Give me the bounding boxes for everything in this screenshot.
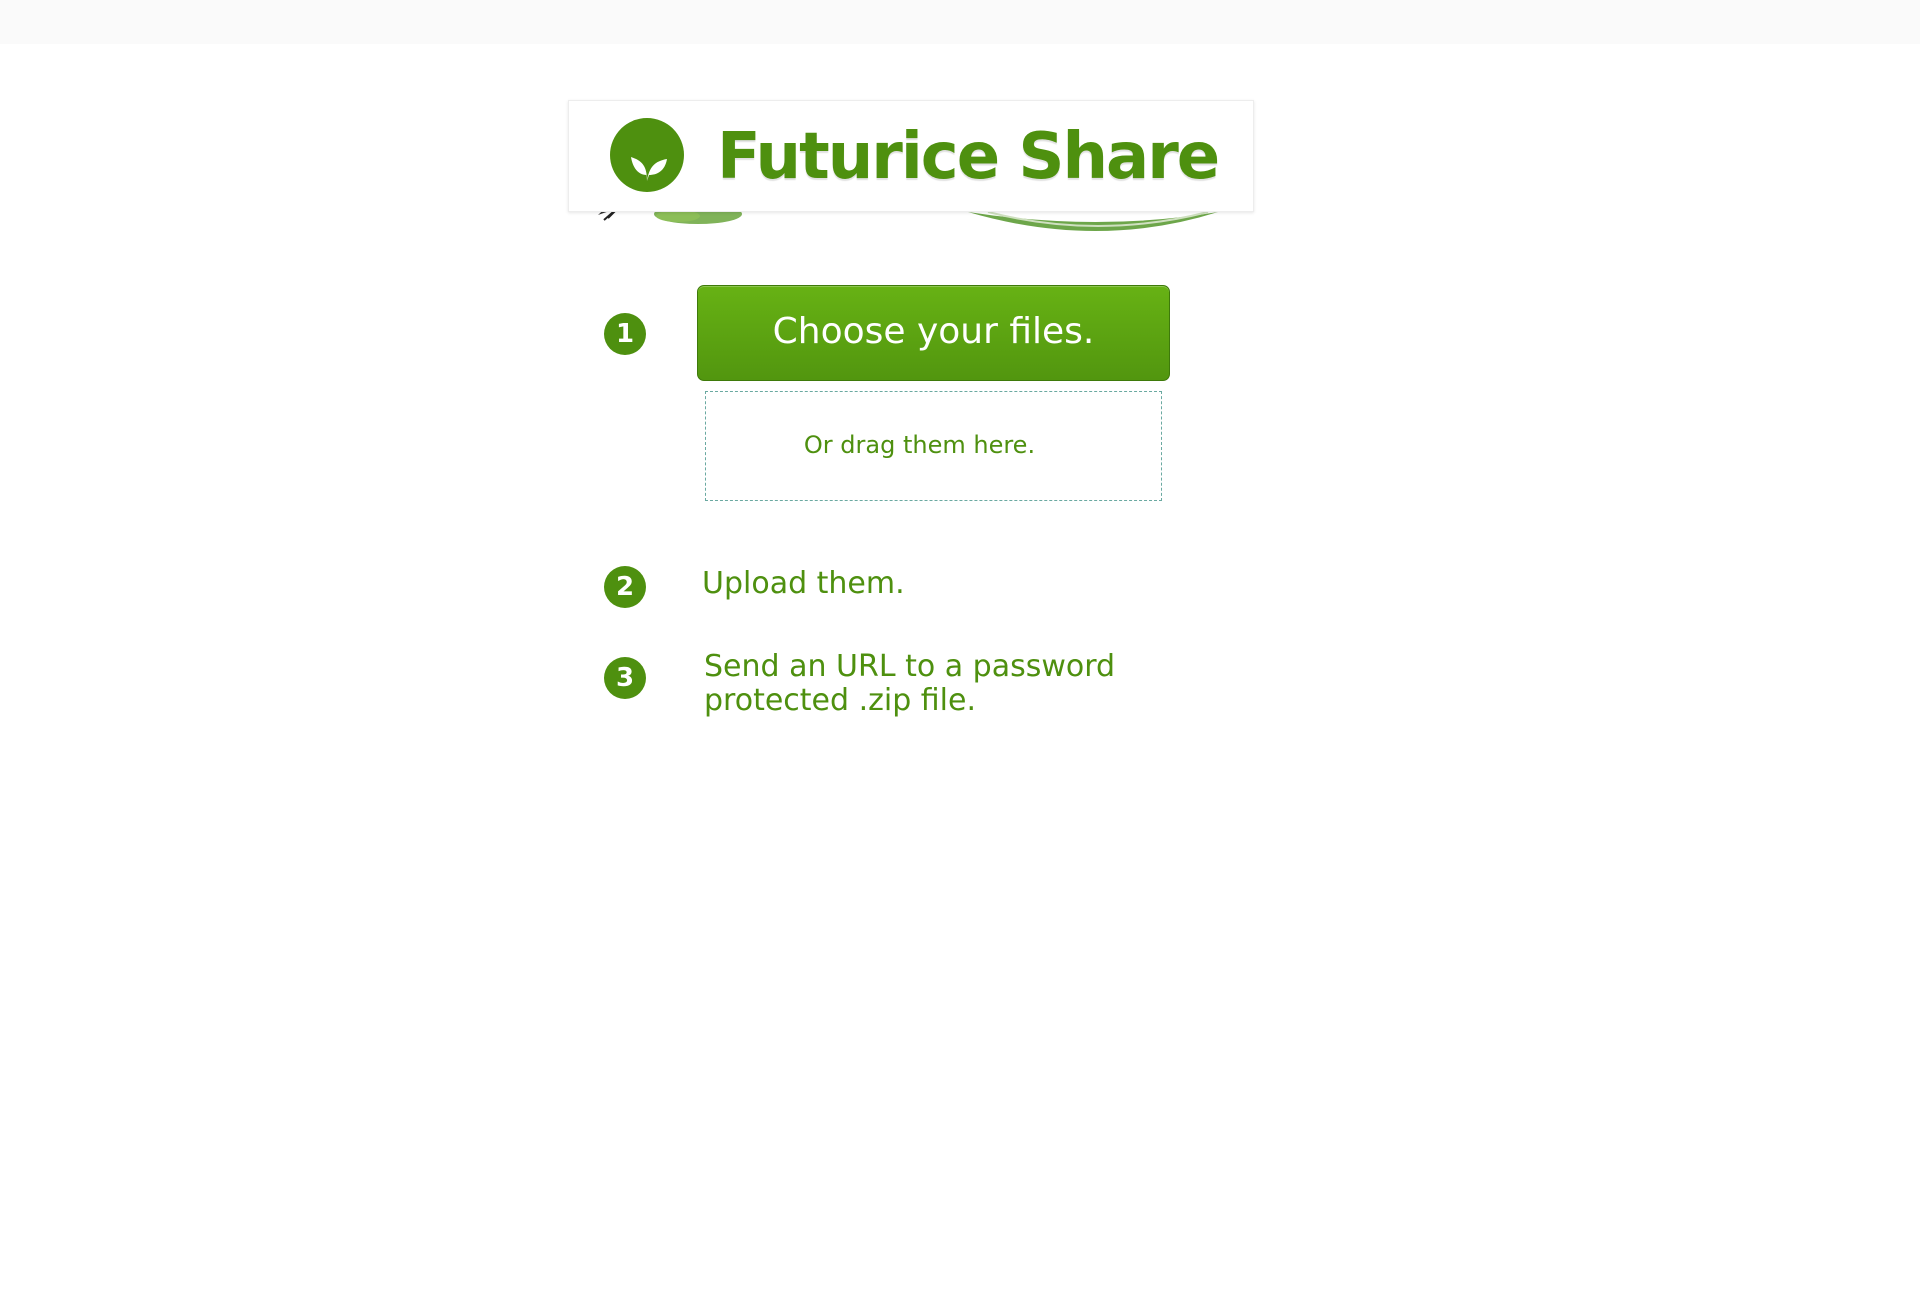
step-2-text: Upload them. (702, 566, 905, 601)
leaf-sprout-icon (610, 118, 684, 192)
step-3-badge: 3 (604, 657, 646, 699)
choose-files-button[interactable]: Choose your files. (697, 285, 1170, 381)
step-2-badge: 2 (604, 566, 646, 608)
drop-zone-label: Or drag them here. (803, 431, 1036, 459)
file-drop-zone[interactable]: Or drag them here. (705, 391, 1162, 501)
app-name: Futurice Share (717, 120, 1220, 194)
step-3-text: Send an URL to a password protected .zip… (704, 649, 1116, 718)
step-1-badge: 1 (604, 313, 646, 355)
header-card: Futurice Share (568, 100, 1254, 212)
top-bar (0, 0, 1920, 44)
